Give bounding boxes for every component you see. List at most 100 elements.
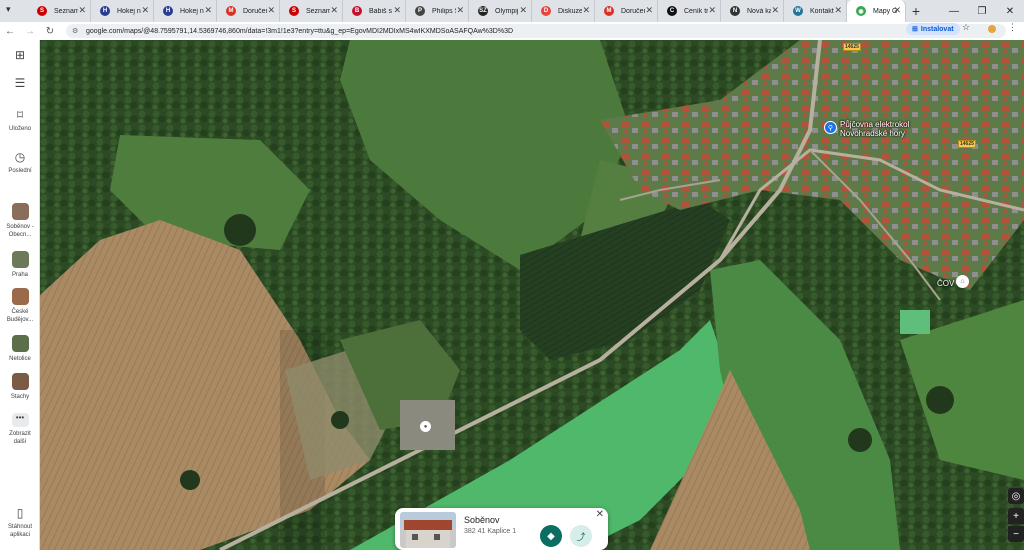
sidebar-item-label: Soběnov - Obecn...	[6, 224, 34, 238]
seznam-icon: S	[289, 6, 299, 16]
tab-list: S Seznam ✕ H Hokej n ✕ H Hokej n ✕ M Doručen ✕ S Sezn…	[28, 0, 906, 22]
sidebar-item-stachy[interactable]: Stachy	[0, 373, 40, 401]
tab-2[interactable]: H Hokej n ✕	[154, 0, 217, 22]
tab-close-icon[interactable]: ✕	[519, 5, 527, 16]
zoom-out-button[interactable]: −	[1008, 526, 1024, 542]
wordpress-icon: W	[793, 6, 803, 16]
place-card[interactable]: Soběnov 382 41 Kaplice 1 ◆ ⤴ ✕	[395, 508, 608, 550]
tab-close-icon[interactable]: ✕	[393, 5, 401, 16]
tab-8[interactable]: D Diskuze ✕	[532, 0, 595, 22]
extension-icon[interactable]	[988, 25, 996, 33]
poi-label-cov[interactable]: ČOV	[937, 279, 954, 288]
tab-5[interactable]: B Babiš s ✕	[343, 0, 406, 22]
tab-close-icon[interactable]: ✕	[771, 5, 779, 16]
sidebar-item-label: Poslední	[8, 168, 32, 174]
maps-sidebar: ⊞ ☰ ⌑ Uloženo ◷ Poslední Soběnov - Obecn…	[0, 40, 40, 550]
tab-1[interactable]: H Hokej n ✕	[91, 0, 154, 22]
satellite-imagery	[40, 40, 1024, 550]
install-label: Instalovat	[920, 25, 954, 33]
tab-close-icon[interactable]: ✕	[893, 5, 901, 16]
tab-12[interactable]: W Kontakt ✕	[784, 0, 847, 22]
tab-label: Ceník tr	[684, 7, 708, 15]
url-text[interactable]: google.com/maps/@48.7595791,14.5369746,8…	[86, 28, 513, 35]
tab-close-icon[interactable]: ✕	[456, 5, 464, 16]
tab-close-icon[interactable]: ✕	[582, 5, 590, 16]
place-photo[interactable]	[400, 512, 456, 548]
install-app-button[interactable]: ⊞ Instalovat	[906, 23, 960, 35]
price-icon: C	[667, 6, 677, 16]
bicycle-icon[interactable]: ⚲	[824, 121, 837, 134]
tab-label: Doručen	[621, 7, 645, 15]
news-icon: B	[352, 6, 362, 16]
minimize-icon[interactable]: —	[940, 0, 968, 22]
tab-11[interactable]: N Nová ka ✕	[721, 0, 784, 22]
hockey-icon: H	[163, 6, 173, 16]
tab-6[interactable]: P Philips S✕	[406, 0, 469, 22]
sidebar-item-sobenov[interactable]: Soběnov - Obecn...	[0, 203, 40, 239]
tab-strip: ▾ S Seznam ✕ H Hokej n ✕ H Hokej n ✕ M Doručen ✕ S Se…	[0, 0, 1024, 22]
maximize-icon[interactable]: ❐	[968, 0, 996, 22]
back-icon[interactable]: ←	[0, 22, 20, 40]
close-window-icon[interactable]: ✕	[996, 0, 1024, 22]
bookmark-star-icon[interactable]: ☆	[962, 22, 970, 33]
tab-label: Hokej n	[117, 7, 141, 15]
address-bar: ← → ↻ ⚙ google.com/maps/@48.7595791,14.5…	[0, 22, 1024, 40]
share-icon[interactable]: ⤴	[570, 525, 592, 547]
tab-label: Olympij	[495, 7, 519, 15]
omnibox[interactable]: ⚙ google.com/maps/@48.7595791,14.5369746…	[66, 24, 1006, 38]
sidebar-item-ceske-budejovice[interactable]: České Budějov...	[0, 288, 40, 324]
sidebar-item-label: Stachy	[10, 394, 30, 400]
zoom-in-button[interactable]: +	[1008, 508, 1024, 524]
tab-label: Hokej n	[180, 7, 204, 15]
tab-close-icon[interactable]: ✕	[834, 5, 842, 16]
directions-icon[interactable]: ◆	[540, 525, 562, 547]
tab-3[interactable]: M Doručen ✕	[217, 0, 280, 22]
sidebar-item-label: Zobrazit další	[9, 431, 31, 445]
sidebar-item-show-more[interactable]: ••• Zobrazit další	[0, 413, 40, 446]
poi-label-bike-rental[interactable]: Půjčovna elektrokol Novohradské hory	[840, 120, 930, 138]
tab-9[interactable]: M Doručen ✕	[595, 0, 658, 22]
sidebar-item-netolice[interactable]: Netolice	[0, 335, 40, 363]
tab-close-icon[interactable]: ✕	[708, 5, 716, 16]
tab-close-icon[interactable]: ✕	[204, 5, 212, 16]
tab-close-icon[interactable]: ✕	[78, 5, 86, 16]
map-pin-icon[interactable]: ●	[420, 421, 431, 432]
my-location-icon[interactable]: ◎	[1008, 488, 1024, 504]
tab-label: Babiš s	[369, 7, 392, 15]
sidebar-item-label: Netolice	[9, 356, 31, 362]
tab-close-icon[interactable]: ✕	[645, 5, 653, 16]
sidebar-item-praha[interactable]: Praha	[0, 251, 40, 279]
sidebar-item-recent[interactable]: ◷ Poslední	[0, 150, 40, 175]
apps-grid-icon[interactable]: ⊞	[0, 48, 40, 65]
seznam-icon: S	[37, 6, 47, 16]
tab-label: Doručen	[243, 7, 267, 15]
tab-7[interactable]: SZ Olympij ✕	[469, 0, 532, 22]
satellite-map[interactable]: ⚲ Půjčovna elektrokol Novohradské hory Č…	[40, 40, 1024, 550]
landmark-icon[interactable]: ⌂	[956, 275, 969, 288]
tab-label: Nová ka	[747, 7, 771, 15]
tab-label: Kontakt	[810, 7, 834, 15]
forward-icon[interactable]: →	[20, 22, 40, 40]
sidebar-item-label: Uloženo	[8, 126, 31, 132]
tab-close-icon[interactable]: ✕	[267, 5, 275, 16]
menu-kebab-icon[interactable]: ⋮	[1008, 22, 1017, 33]
tab-10[interactable]: C Ceník tr ✕	[658, 0, 721, 22]
reload-icon[interactable]: ↻	[40, 22, 60, 40]
tab-close-icon[interactable]: ✕	[330, 5, 338, 16]
sidebar-item-label: Stáhnout aplikaci	[7, 524, 33, 538]
new-tab-button[interactable]: +	[906, 3, 926, 19]
gmail-icon: M	[226, 6, 236, 16]
tab-0[interactable]: S Seznam ✕	[28, 0, 91, 22]
tab-label: Philips S	[432, 7, 456, 15]
place-name: Soběnov	[464, 515, 500, 525]
download-app-button[interactable]: ▯ Stáhnout aplikaci	[0, 506, 40, 539]
menu-hamburger-icon[interactable]: ☰	[0, 76, 40, 93]
tab-4[interactable]: S Seznam ✕	[280, 0, 343, 22]
tab-search-icon[interactable]: ▾	[6, 4, 20, 18]
sidebar-item-saved[interactable]: ⌑ Uloženo	[0, 108, 40, 133]
place-thumbnail	[11, 251, 29, 268]
site-info-icon[interactable]: ⚙	[72, 27, 80, 35]
tab-13[interactable]: ◉Mapy Go✕	[847, 0, 906, 22]
close-icon[interactable]: ✕	[596, 509, 604, 520]
tab-close-icon[interactable]: ✕	[141, 5, 149, 16]
